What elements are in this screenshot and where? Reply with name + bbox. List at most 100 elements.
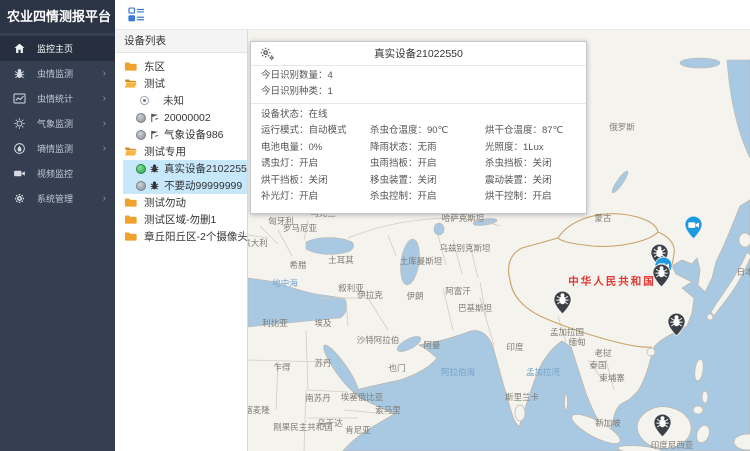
sidebar-item-label: 系统管理 [37, 192, 73, 205]
folder-closed-icon [124, 61, 137, 72]
map-label: 孟加拉湾 [526, 366, 560, 378]
tree-label: 真实设备21022550 [164, 161, 247, 176]
map-label: 泰国 [589, 359, 606, 371]
tree-device-do-not-touch[interactable]: 不要动99999999 [123, 177, 247, 194]
tree-folder-test-area[interactable]: 测试区域-勿删1 [115, 211, 247, 228]
device-list-title: 设备列表 [115, 30, 247, 53]
sidebar-item-weather-monitor[interactable]: 气象监测 › [0, 111, 115, 136]
param-dry-control: 烘干控制：开启 [485, 189, 586, 206]
sidebar-item-insect-stats[interactable]: 虫情统计 › [0, 86, 115, 111]
map-label: 新加坡 [595, 417, 621, 429]
param-run-mode: 运行模式：自动模式 [261, 123, 370, 140]
device-info-popup: 真实设备21022550 今日识别数量：4 今日识别种类：1 设备状态：在线 运… [250, 41, 587, 214]
insect-icon [13, 67, 26, 80]
tree-label: 测试专用 [144, 144, 186, 159]
home-icon [13, 42, 26, 55]
tree-device-unknown[interactable]: 未知 [115, 92, 247, 109]
sidebar-item-label: 视频监控 [37, 167, 73, 180]
map-pin-camera-device[interactable] [684, 215, 703, 240]
soil-moisture-icon [13, 142, 26, 155]
popup-title: 真实设备21022550 [251, 42, 586, 66]
map-label: 意大利 [248, 237, 268, 249]
map-label: 伊拉克 [357, 289, 383, 301]
map-label: 利比亚 [262, 317, 288, 329]
tree-folder-test[interactable]: 测试 [115, 75, 247, 92]
insect-trap-pin-icon [667, 312, 686, 337]
map-label: 乌干达 [317, 417, 343, 429]
popup-body: 设备状态：在线 运行模式：自动模式 杀虫仓温度：90℃ 烘干仓温度：87℃ 电池… [251, 104, 586, 213]
map-label: 苏丹 [314, 357, 331, 369]
status-dot-offline [136, 181, 146, 191]
world-map[interactable]: 俄罗斯蒙古捷克乌克兰匈牙利罗马尼亚哈萨克斯坦意大利乌兹别克斯坦土耳其希腊土库曼斯… [248, 30, 750, 451]
weather-icon [13, 117, 26, 130]
device-params-grid: 运行模式：自动模式 杀虫仓温度：90℃ 烘干仓温度：87℃ 电池电量：0% 降雨… [251, 123, 586, 206]
popup-header: 真实设备21022550 [251, 42, 586, 66]
folder-closed-icon [124, 231, 137, 242]
map-pin-insect-trap[interactable] [553, 290, 572, 315]
tree-label: 20000002 [164, 112, 211, 124]
param-rain-status: 降雨状态：无雨 [370, 140, 485, 157]
map-pin-insect-trap[interactable] [667, 312, 686, 337]
sidebar-nav: 监控主页 虫情监测 › 虫情统计 › 气象监测 › [0, 33, 115, 211]
map-label: 埃及 [314, 317, 331, 329]
param-insect-rain-baffle: 虫雨挡板：开启 [370, 156, 485, 173]
insect-trap-pin-icon [652, 263, 671, 288]
param-dry-chamber-temp: 烘干仓温度：87℃ [485, 123, 586, 140]
gear-icon [13, 192, 26, 205]
layout-list-icon[interactable] [128, 7, 145, 22]
gears-icon[interactable] [260, 47, 275, 61]
status-dot-offline [136, 130, 146, 140]
map-label: 罗马尼亚 [283, 222, 317, 234]
agri-monitoring-app: { "app": { "brand": "农业四情测报平台" }, "topba… [0, 0, 750, 451]
video-icon [13, 167, 26, 180]
map-label: 乍得 [273, 361, 290, 373]
param-illuminance: 光照度：1Lux [485, 140, 586, 157]
folder-closed-icon [124, 214, 137, 225]
map-pin-insect-trap[interactable] [653, 413, 672, 438]
chevron-right-icon: › [103, 68, 106, 79]
tree-device-20000002[interactable]: 20000002 [115, 109, 247, 126]
map-label: 蒙古 [594, 212, 611, 224]
camera-device-pin-icon [684, 215, 703, 240]
tree-label: 测试勿动 [144, 195, 186, 210]
tree-device-weather-986[interactable]: 气象设备986 [115, 126, 247, 143]
tree-label: 不要动99999999 [164, 178, 242, 193]
popup-summary: 今日识别数量：4 今日识别种类：1 [251, 66, 586, 104]
map-label: 阿曼 [423, 339, 440, 351]
map-label: 哈萨克斯坦 [442, 212, 485, 224]
sidebar-item-label: 墒情监测 [37, 142, 73, 155]
map-label: 土耳其 [328, 254, 354, 266]
sidebar-item-monitor-home[interactable]: 监控主页 [0, 36, 115, 61]
chevron-right-icon: › [103, 93, 106, 104]
tree-folder-east[interactable]: 东区 [115, 58, 247, 75]
sidebar-item-video-monitor[interactable]: 视频监控 [0, 161, 115, 186]
param-kill-chamber-temp: 杀虫仓温度：90℃ [370, 123, 485, 140]
folder-open-icon [124, 146, 137, 157]
map-label: 匈牙利 [268, 215, 294, 227]
tree-label: 气象设备986 [164, 127, 224, 142]
chevron-right-icon: › [103, 193, 106, 204]
status-dot-online [136, 164, 146, 174]
weather-station-icon [149, 112, 161, 124]
sidebar-item-insect-monitor[interactable]: 虫情监测 › [0, 61, 115, 86]
param-battery: 电池电量：0% [261, 140, 370, 157]
map-label: 老挝 [594, 347, 611, 359]
folder-closed-icon [124, 197, 137, 208]
sidebar-item-soil-monitor[interactable]: 墒情监测 › [0, 136, 115, 161]
map-pin-insect-trap[interactable] [652, 263, 671, 288]
map-label: 肯尼亚 [345, 424, 371, 436]
tree-folder-zhangqiu-cameras[interactable]: 章丘阳丘区-2个摄像头 [115, 228, 247, 245]
param-vibration-device: 震动装置：关闭 [485, 173, 586, 190]
param-kill-baffle: 杀虫挡板：关闭 [485, 156, 586, 173]
insect-trap-icon [149, 163, 161, 175]
map-label: 土库曼斯坦 [400, 255, 443, 267]
map-label: 印度尼西亚 [651, 439, 694, 451]
tree-folder-test-dedicated[interactable]: 测试专用 [115, 143, 247, 160]
tree-folder-test-no-touch[interactable]: 测试勿动 [115, 194, 247, 211]
folder-open-icon [124, 78, 137, 89]
topbar [115, 0, 750, 30]
insect-trap-icon [149, 180, 161, 192]
weather-station-icon [149, 129, 161, 141]
sidebar-item-system-settings[interactable]: 系统管理 › [0, 186, 115, 211]
tree-device-real-21022550[interactable]: 真实设备21022550 [123, 160, 247, 177]
